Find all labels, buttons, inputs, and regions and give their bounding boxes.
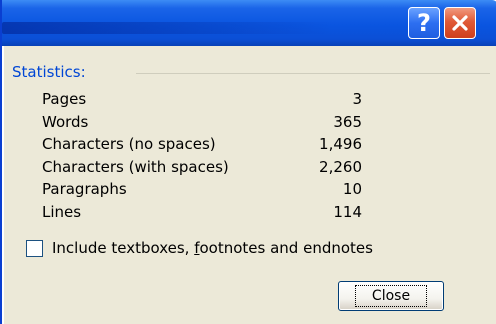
stat-label: Words xyxy=(42,112,89,131)
stat-row-lines: Lines 114 xyxy=(42,203,362,226)
label-part: ootnotes and endnotes xyxy=(199,239,373,257)
help-icon: ? xyxy=(417,9,431,37)
stat-label: Pages xyxy=(42,90,87,108)
help-button[interactable]: ? xyxy=(408,7,440,39)
word-count-dialog: ? Statistics: Pages 3 Words 365 Characte… xyxy=(0,0,496,324)
statistics-heading: Statistics: xyxy=(12,63,86,81)
stat-value: 10 xyxy=(342,180,362,199)
stat-label: Paragraphs xyxy=(42,180,127,199)
stat-value: 1,496 xyxy=(319,135,362,154)
group-divider xyxy=(136,73,490,74)
stat-row-pages: Pages 3 xyxy=(42,90,362,113)
stat-value: 2,260 xyxy=(319,157,362,176)
close-x-icon xyxy=(452,15,468,31)
include-textboxes-label[interactable]: Include textboxes, footnotes and endnote… xyxy=(52,239,373,257)
stat-label: Characters (no spaces) xyxy=(42,135,216,154)
statistics-list: Pages 3 Words 365 Characters (no spaces)… xyxy=(42,90,362,226)
stat-label: Characters (with spaces) xyxy=(42,157,229,176)
stat-row-characters-with-spaces: Characters (with spaces) 2,260 xyxy=(42,158,362,181)
title-close-button[interactable] xyxy=(444,7,476,39)
stat-value: 114 xyxy=(333,202,362,221)
dialog-body: Statistics: Pages 3 Words 365 Characters… xyxy=(4,46,496,324)
stat-row-paragraphs: Paragraphs 10 xyxy=(42,180,362,203)
title-bar-text-area xyxy=(2,22,332,34)
stat-value: 3 xyxy=(352,90,362,108)
stat-row-characters-no-spaces: Characters (no spaces) 1,496 xyxy=(42,135,362,158)
title-bar[interactable]: ? xyxy=(2,0,496,46)
stat-label: Lines xyxy=(42,202,82,221)
close-button[interactable]: Close xyxy=(338,281,444,311)
close-button-label: Close xyxy=(354,285,428,307)
include-textboxes-option[interactable]: Include textboxes, footnotes and endnote… xyxy=(26,239,373,257)
stat-row-words: Words 365 xyxy=(42,113,362,136)
include-textboxes-checkbox[interactable] xyxy=(26,239,43,257)
label-part: Include textboxes, xyxy=(52,239,195,257)
stat-value: 365 xyxy=(333,112,362,131)
